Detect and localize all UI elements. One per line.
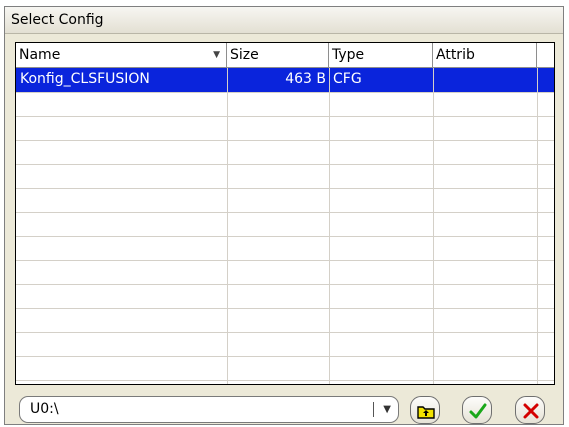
ok-button[interactable] xyxy=(462,396,492,424)
cell-type: CFG xyxy=(333,71,362,87)
row-gridline xyxy=(16,164,554,165)
row-gridline xyxy=(16,284,554,285)
bottom-toolbar: U0:\ ▼ xyxy=(15,393,555,425)
row-gridline xyxy=(16,92,554,93)
row-gridline xyxy=(16,332,554,333)
row-gridline xyxy=(16,140,554,141)
column-header-size-label: Size xyxy=(230,47,259,63)
column-header-attrib[interactable]: Attrib xyxy=(433,43,537,67)
folder-up-icon xyxy=(417,406,435,419)
row-gridline xyxy=(16,212,554,213)
file-table: Name ▼ Size Type Attrib Konfig_CLSFUSION… xyxy=(15,42,555,385)
table-row[interactable]: Konfig_CLSFUSION 463 B CFG xyxy=(16,68,554,92)
row-gridline xyxy=(16,236,554,237)
cancel-button[interactable] xyxy=(515,396,545,424)
column-header-type[interactable]: Type xyxy=(329,43,433,67)
cell-name: Konfig_CLSFUSION xyxy=(20,71,150,87)
cell-size: 463 B xyxy=(285,71,326,87)
column-gridline xyxy=(329,68,330,384)
column-header-filler xyxy=(537,43,554,67)
column-header-size[interactable]: Size xyxy=(227,43,329,67)
row-gridline xyxy=(16,380,554,381)
checkmark-icon xyxy=(469,403,487,419)
cell-attrib xyxy=(433,68,537,92)
row-gridline xyxy=(16,308,554,309)
drive-select-value: U0:\ xyxy=(30,401,59,417)
row-gridline xyxy=(16,116,554,117)
chevron-down-icon[interactable]: ▼ xyxy=(383,397,391,422)
dialog-title: Select Config xyxy=(5,7,563,34)
row-gridline xyxy=(16,260,554,261)
column-gridline xyxy=(227,68,228,384)
column-header-type-label: Type xyxy=(332,47,365,63)
column-gridline xyxy=(433,68,434,384)
column-header-attrib-label: Attrib xyxy=(436,47,475,63)
column-gridline xyxy=(537,68,538,384)
row-gridline xyxy=(16,188,554,189)
close-x-icon xyxy=(523,403,539,419)
column-header-name[interactable]: Name ▼ xyxy=(16,43,227,67)
sort-arrow-down-icon: ▼ xyxy=(213,50,220,60)
combo-separator xyxy=(373,402,374,417)
select-config-dialog: Select Config Name ▼ Size Type Attrib Ko… xyxy=(4,6,564,425)
column-header-name-label: Name xyxy=(19,47,61,63)
drive-select-combo[interactable]: U0:\ ▼ xyxy=(19,396,399,423)
table-header: Name ▼ Size Type Attrib xyxy=(16,43,554,68)
row-gridline xyxy=(16,356,554,357)
up-folder-button[interactable] xyxy=(410,396,440,424)
